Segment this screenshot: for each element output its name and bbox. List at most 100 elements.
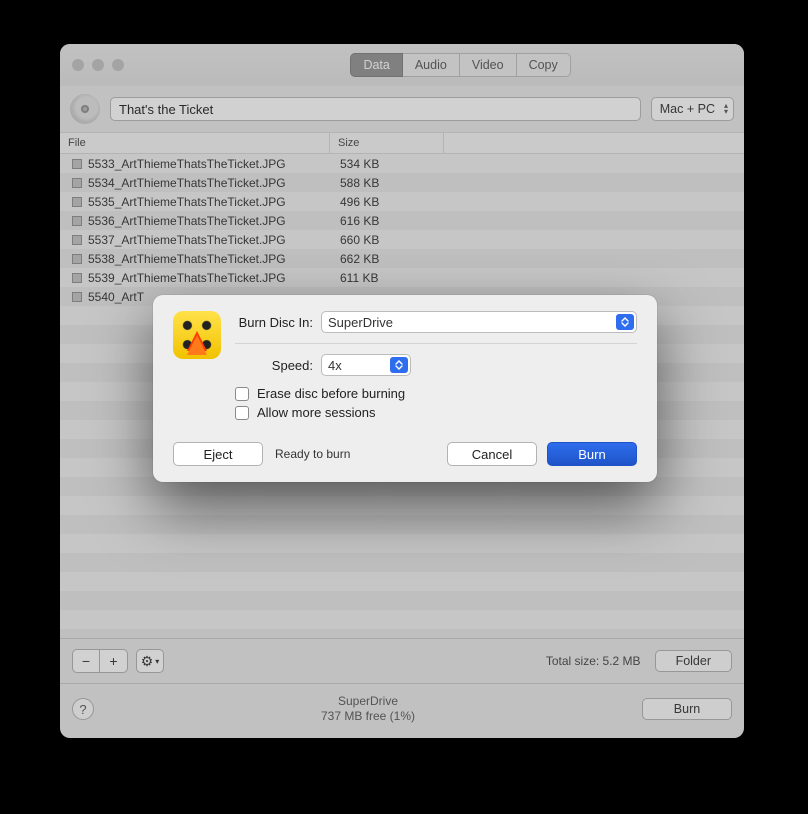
file-name: 5540_ArtT bbox=[88, 290, 144, 304]
add-button[interactable]: + bbox=[100, 649, 128, 673]
file-size-cell: 660 KB bbox=[330, 233, 444, 247]
close-icon[interactable] bbox=[72, 59, 84, 71]
file-size-cell: 588 KB bbox=[330, 176, 444, 190]
file-name: 5533_ArtThiemeThatsTheTicket.JPG bbox=[88, 157, 286, 171]
drive-free: 737 MB free (1%) bbox=[94, 709, 642, 724]
file-name: 5534_ArtThiemeThatsTheTicket.JPG bbox=[88, 176, 286, 190]
main-burn-button[interactable]: Burn bbox=[642, 698, 732, 720]
file-name-cell: 5533_ArtThiemeThatsTheTicket.JPG bbox=[60, 157, 330, 171]
zoom-icon[interactable] bbox=[112, 59, 124, 71]
chevron-updown-icon bbox=[616, 314, 634, 330]
filesystem-select[interactable]: Mac + PC ▴▾ bbox=[651, 97, 734, 121]
file-name-cell: 5538_ArtThiemeThatsTheTicket.JPG bbox=[60, 252, 330, 266]
speed-label: Speed: bbox=[235, 358, 313, 373]
burn-drive-value: SuperDrive bbox=[328, 315, 393, 330]
file-icon bbox=[72, 254, 82, 264]
erase-label: Erase disc before burning bbox=[257, 386, 405, 401]
speed-select[interactable]: 4x bbox=[321, 354, 411, 376]
titlebar: Data Audio Video Copy bbox=[60, 44, 744, 86]
options-button[interactable]: ⚙ ▾ bbox=[136, 649, 164, 673]
empty-row bbox=[60, 534, 744, 553]
chevron-down-icon: ▾ bbox=[155, 657, 159, 666]
file-icon bbox=[72, 273, 82, 283]
total-size-label: Total size: 5.2 MB bbox=[546, 654, 641, 668]
table-header: File Size bbox=[60, 132, 744, 154]
window-controls bbox=[72, 59, 124, 71]
empty-row bbox=[60, 591, 744, 610]
erase-checkbox-row[interactable]: Erase disc before burning bbox=[235, 386, 637, 401]
empty-row bbox=[60, 629, 744, 638]
file-size-cell: 662 KB bbox=[330, 252, 444, 266]
column-blank bbox=[444, 133, 744, 153]
burn-in-label: Burn Disc In: bbox=[235, 315, 313, 330]
folder-button[interactable]: Folder bbox=[655, 650, 732, 672]
file-icon bbox=[72, 235, 82, 245]
empty-row bbox=[60, 515, 744, 534]
file-size-cell: 616 KB bbox=[330, 214, 444, 228]
file-icon bbox=[72, 178, 82, 188]
drive-status: SuperDrive 737 MB free (1%) bbox=[94, 694, 642, 724]
column-file[interactable]: File bbox=[60, 133, 330, 153]
eject-button[interactable]: Eject bbox=[173, 442, 263, 466]
tab-copy[interactable]: Copy bbox=[517, 53, 571, 77]
status-bar: ? SuperDrive 737 MB free (1%) Burn bbox=[60, 683, 744, 738]
file-icon bbox=[72, 292, 82, 302]
file-size-cell: 496 KB bbox=[330, 195, 444, 209]
erase-checkbox[interactable] bbox=[235, 387, 249, 401]
file-icon bbox=[72, 197, 82, 207]
drive-name: SuperDrive bbox=[94, 694, 642, 709]
file-name: 5539_ArtThiemeThatsTheTicket.JPG bbox=[88, 271, 286, 285]
burn-status-text: Ready to burn bbox=[275, 447, 350, 461]
file-name: 5535_ArtThiemeThatsTheTicket.JPG bbox=[88, 195, 286, 209]
file-name-cell: 5539_ArtThiemeThatsTheTicket.JPG bbox=[60, 271, 330, 285]
tab-data[interactable]: Data bbox=[350, 53, 402, 77]
file-icon bbox=[72, 216, 82, 226]
file-name: 5536_ArtThiemeThatsTheTicket.JPG bbox=[88, 214, 286, 228]
add-remove-group: − + bbox=[72, 649, 128, 673]
gear-icon: ⚙ bbox=[141, 653, 154, 670]
empty-row bbox=[60, 572, 744, 591]
empty-row bbox=[60, 553, 744, 572]
table-row[interactable]: 5534_ArtThiemeThatsTheTicket.JPG 588 KB bbox=[60, 173, 744, 192]
allow-sessions-row[interactable]: Allow more sessions bbox=[235, 405, 637, 420]
empty-row bbox=[60, 610, 744, 629]
file-name-cell: 5536_ArtThiemeThatsTheTicket.JPG bbox=[60, 214, 330, 228]
file-icon bbox=[72, 159, 82, 169]
file-name-cell: 5534_ArtThiemeThatsTheTicket.JPG bbox=[60, 176, 330, 190]
file-name: 5537_ArtThiemeThatsTheTicket.JPG bbox=[88, 233, 286, 247]
burn-drive-select[interactable]: SuperDrive bbox=[321, 311, 637, 333]
table-row[interactable]: 5536_ArtThiemeThatsTheTicket.JPG 616 KB bbox=[60, 211, 744, 230]
disc-name-row: That's the Ticket Mac + PC ▴▾ bbox=[60, 86, 744, 132]
file-size-cell: 534 KB bbox=[330, 157, 444, 171]
bottom-toolbar: − + ⚙ ▾ Total size: 5.2 MB Folder bbox=[60, 638, 744, 683]
chevron-updown-icon bbox=[390, 357, 408, 373]
remove-button[interactable]: − bbox=[72, 649, 100, 673]
cancel-button[interactable]: Cancel bbox=[447, 442, 537, 466]
file-name: 5538_ArtThiemeThatsTheTicket.JPG bbox=[88, 252, 286, 266]
speed-value: 4x bbox=[328, 358, 342, 373]
tab-video[interactable]: Video bbox=[460, 53, 517, 77]
file-name-cell: 5537_ArtThiemeThatsTheTicket.JPG bbox=[60, 233, 330, 247]
table-row[interactable]: 5537_ArtThiemeThatsTheTicket.JPG 660 KB bbox=[60, 230, 744, 249]
disc-icon bbox=[70, 94, 100, 124]
help-button[interactable]: ? bbox=[72, 698, 94, 720]
minimize-icon[interactable] bbox=[92, 59, 104, 71]
file-name-cell: 5535_ArtThiemeThatsTheTicket.JPG bbox=[60, 195, 330, 209]
filesystem-select-value: Mac + PC bbox=[660, 102, 715, 116]
burn-button[interactable]: Burn bbox=[547, 442, 637, 466]
file-size-cell: 611 KB bbox=[330, 271, 444, 285]
table-row[interactable]: 5539_ArtThiemeThatsTheTicket.JPG 611 KB bbox=[60, 268, 744, 287]
updown-icon: ▴▾ bbox=[724, 103, 728, 115]
allow-sessions-label: Allow more sessions bbox=[257, 405, 376, 420]
column-size[interactable]: Size bbox=[330, 133, 444, 153]
table-row[interactable]: 5533_ArtThiemeThatsTheTicket.JPG 534 KB bbox=[60, 154, 744, 173]
allow-sessions-checkbox[interactable] bbox=[235, 406, 249, 420]
burn-app-icon bbox=[173, 311, 221, 359]
disc-name-input[interactable]: That's the Ticket bbox=[110, 97, 641, 121]
mode-tabs: Data Audio Video Copy bbox=[350, 53, 570, 77]
burn-dialog: Burn Disc In: SuperDrive Speed: 4x bbox=[153, 295, 657, 482]
table-row[interactable]: 5535_ArtThiemeThatsTheTicket.JPG 496 KB bbox=[60, 192, 744, 211]
tab-audio[interactable]: Audio bbox=[403, 53, 460, 77]
empty-row bbox=[60, 496, 744, 515]
table-row[interactable]: 5538_ArtThiemeThatsTheTicket.JPG 662 KB bbox=[60, 249, 744, 268]
